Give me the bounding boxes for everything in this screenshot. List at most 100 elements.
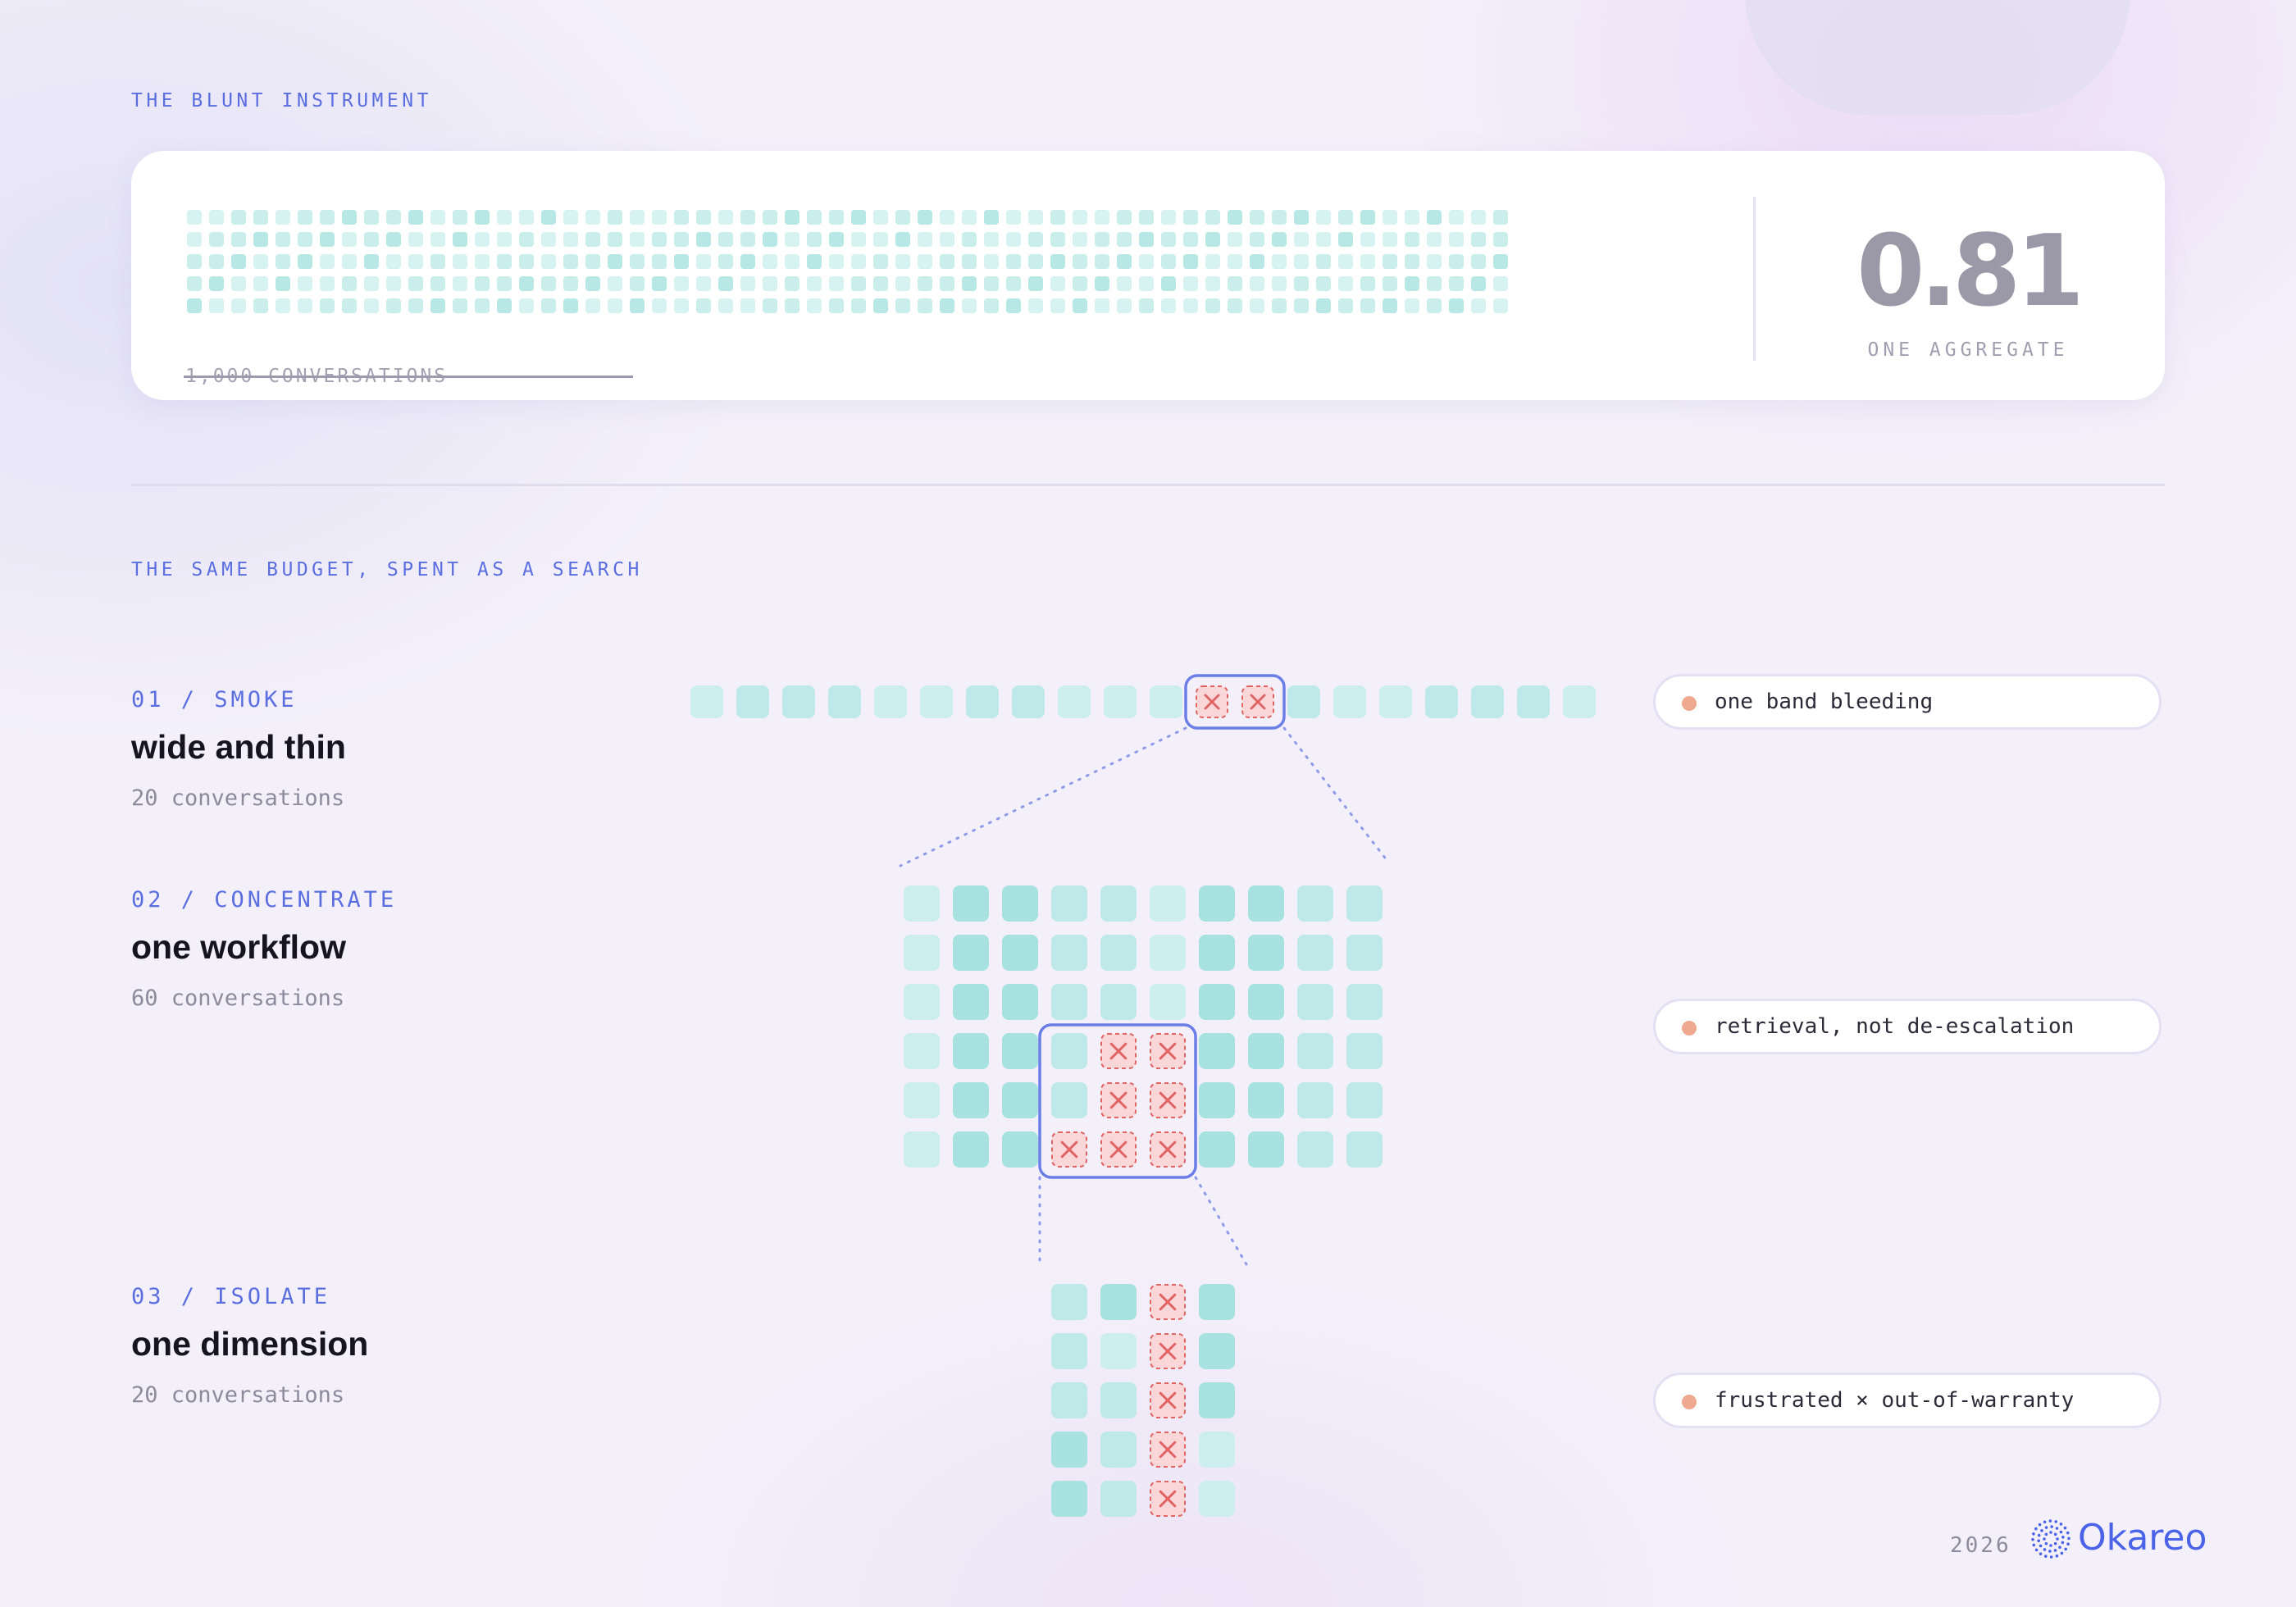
conversation-cell	[1346, 984, 1383, 1020]
conversation-cell	[1346, 1131, 1383, 1168]
conversation-cell	[1297, 1082, 1333, 1118]
failure-cell	[1051, 1131, 1087, 1168]
conversation-cell	[1199, 1033, 1235, 1069]
finding-pill-smoke: one band bleeding	[1653, 674, 2162, 730]
finding-text: frustrated × out-of-warranty	[1715, 1388, 2075, 1413]
conversation-cell	[1100, 1382, 1137, 1418]
conversation-cell	[1297, 1033, 1333, 1069]
failure-cell	[1150, 1382, 1186, 1418]
conversation-cell	[1051, 984, 1087, 1020]
logo-dot	[2049, 1555, 2053, 1559]
conversation-cell	[1100, 885, 1137, 922]
logo-dot	[2054, 1520, 2058, 1523]
conversation-cell	[1150, 685, 1182, 718]
logo-dot	[2053, 1532, 2057, 1536]
finding-text: one band bleeding	[1715, 690, 1934, 714]
finding-dot	[1682, 1395, 1697, 1409]
finding-dot	[1682, 1021, 1697, 1036]
conversation-cell	[1100, 1284, 1137, 1320]
logo-dot	[2061, 1535, 2065, 1539]
logo-dot	[2043, 1555, 2048, 1558]
conversation-cell	[1248, 935, 1284, 971]
logo-dot	[2063, 1526, 2067, 1530]
conversation-cell	[1248, 885, 1284, 922]
logo-dot	[2034, 1548, 2039, 1552]
conversation-cell	[1051, 1333, 1087, 1369]
logo-dot	[2044, 1526, 2048, 1529]
failure-cell	[1150, 1131, 1186, 1168]
logo-dot	[2039, 1552, 2043, 1555]
conversation-cell	[1058, 685, 1091, 718]
conversation-cell	[1104, 685, 1137, 718]
conversation-cell	[1248, 984, 1284, 1020]
conversation-cell	[953, 1033, 989, 1069]
conversation-cell	[1199, 1082, 1235, 1118]
conversation-cell	[953, 885, 989, 922]
conversation-cell	[1002, 984, 1038, 1020]
logo-dot	[2037, 1539, 2040, 1543]
conversation-cell	[1346, 885, 1383, 922]
logo-dot	[2059, 1530, 2063, 1534]
brand-name: Okareo	[2078, 1517, 2207, 1559]
logo-dot	[2058, 1546, 2061, 1550]
logo-dot	[2044, 1541, 2048, 1546]
logo-dot	[2039, 1544, 2043, 1548]
zoom-connector-left	[899, 726, 1187, 867]
conversation-cell	[1199, 1382, 1235, 1418]
logo-dot	[2043, 1537, 2046, 1541]
conversation-cell	[1297, 885, 1333, 922]
conversation-cell	[904, 1082, 940, 1118]
logo-dot	[2044, 1532, 2048, 1536]
conversation-cell	[1333, 685, 1366, 718]
conversation-cell	[1051, 1284, 1087, 1320]
logo-dot	[2053, 1549, 2057, 1552]
logo-dot	[2055, 1527, 2059, 1530]
logo-dot	[2037, 1533, 2041, 1537]
conversation-cell	[1199, 935, 1235, 971]
conversation-cell	[1425, 685, 1458, 718]
failure-cell	[1150, 1082, 1186, 1118]
logo-dot	[2049, 1531, 2052, 1534]
conversation-cell	[1199, 1131, 1235, 1168]
conversation-cell	[1100, 1481, 1137, 1517]
conversation-cell	[1287, 685, 1320, 718]
conversation-cell	[966, 685, 999, 718]
search-funnel-diagram	[690, 674, 1596, 1517]
conversation-cell	[1100, 935, 1137, 971]
conversation-cell	[1346, 1082, 1383, 1118]
conversation-cell	[1471, 685, 1504, 718]
conversation-cell	[904, 885, 940, 922]
conversation-cell	[920, 685, 953, 718]
logo-dot	[2048, 1550, 2052, 1553]
conversation-cell	[1002, 1131, 1038, 1168]
finding-pill-isolate: frustrated × out-of-warranty	[1653, 1373, 2162, 1428]
logo-dot	[2059, 1523, 2063, 1526]
conversation-cell	[904, 984, 940, 1020]
logo-dot	[2060, 1551, 2064, 1555]
conversation-cell	[953, 935, 989, 971]
conversation-cell	[736, 685, 769, 718]
conversation-cell	[1051, 885, 1087, 922]
logo-dot	[2056, 1537, 2059, 1541]
conversation-cell	[1199, 1481, 1235, 1517]
conversation-cell	[953, 1131, 989, 1168]
conversation-cell	[904, 1131, 940, 1168]
conversation-cell	[1100, 984, 1137, 1020]
logo-dot	[2066, 1531, 2070, 1535]
zoom-connector-right	[1282, 726, 1389, 863]
conversation-cell	[1002, 935, 1038, 971]
conversation-cell	[1051, 1382, 1087, 1418]
conversation-cell	[1100, 1432, 1137, 1468]
conversation-cell	[1199, 1284, 1235, 1320]
conversation-cell	[1199, 1432, 1235, 1468]
conversation-cell	[1563, 685, 1596, 718]
logo-dot	[2031, 1537, 2034, 1541]
conversation-cell	[1002, 885, 1038, 922]
conversation-cell	[1051, 1033, 1087, 1069]
conversation-cell	[1199, 1333, 1235, 1369]
logo-dot	[2066, 1542, 2070, 1546]
failure-cell	[1100, 1033, 1137, 1069]
conversation-cell	[828, 685, 861, 718]
finding-text: retrieval, not de-escalation	[1715, 1014, 2075, 1039]
conversation-cell	[1248, 1033, 1284, 1069]
